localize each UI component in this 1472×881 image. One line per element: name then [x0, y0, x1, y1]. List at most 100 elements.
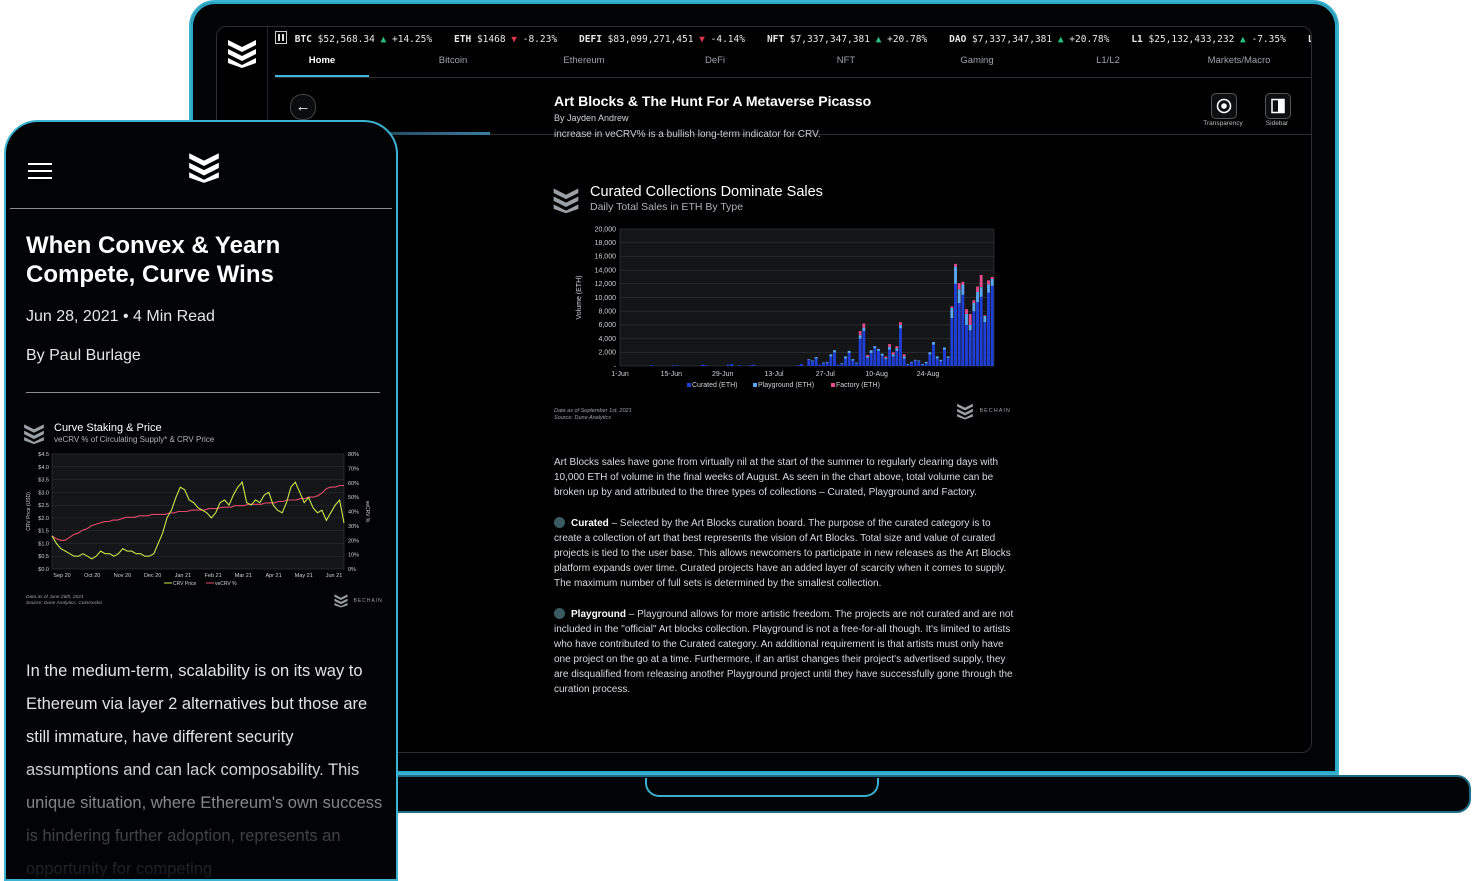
- x-tick-label: Jan 21: [175, 573, 192, 579]
- x-tick-label: Jun 21: [326, 573, 343, 579]
- brand-text: BECHAIN: [979, 408, 1011, 414]
- arrow-left-icon: ←: [295, 98, 311, 115]
- bar-curated: [987, 292, 990, 366]
- triangle-up-icon: ▲: [380, 34, 387, 45]
- bar-curated: [906, 364, 910, 366]
- triangle-down-icon: ▼: [699, 34, 705, 45]
- bar-playground: [884, 357, 888, 360]
- bar-factory: [891, 352, 895, 355]
- tab-ethereum[interactable]: Ethereum: [537, 55, 631, 66]
- bar-factory: [976, 286, 979, 293]
- y-tick-label: 10,000: [595, 295, 617, 302]
- transparency-icon: [1216, 98, 1232, 114]
- bar-curated: [972, 311, 976, 366]
- ticker-item[interactable]: L1 $25,: [1308, 34, 1311, 45]
- playground-text: – Playground allows for more artistic fr…: [554, 609, 1014, 695]
- x-tick-label: 1-Jun: [611, 371, 629, 378]
- bar-factory: [990, 276, 994, 280]
- y-tick-label: 18,000: [595, 240, 617, 247]
- chart-subtitle: Daily Total Sales in ETH By Type: [590, 201, 744, 213]
- tab-defi[interactable]: DeFi: [668, 55, 762, 66]
- tab-bitcoin[interactable]: Bitcoin: [406, 55, 500, 66]
- bar-curated: [675, 365, 679, 366]
- legend-item: CRV Price: [164, 581, 196, 587]
- ticker-item[interactable]: BTC $52,568.34 ▲ +14.25%: [295, 34, 432, 45]
- x-tick-label: Feb 21: [205, 573, 222, 579]
- ticker-item[interactable]: DAO $7,337,347,381 ▲ +20.78%: [949, 34, 1109, 45]
- hamburger-menu-icon[interactable]: [10, 158, 70, 188]
- bar-curated: [752, 364, 756, 366]
- x-tick-label: Oct 20: [84, 573, 100, 579]
- bar-playground: [825, 361, 829, 363]
- back-button[interactable]: ←: [290, 94, 316, 120]
- phone-article-title: When Convex & Yearn Compete, Curve Wins: [26, 232, 281, 288]
- y-tick-label: $2.0: [38, 516, 49, 522]
- bar-curated: [829, 356, 833, 366]
- x-tick-label: 27-Jul: [816, 371, 836, 378]
- ticker-item[interactable]: DEFI $83,099,271,451 ▼ -4.14%: [579, 34, 745, 45]
- bar-playground: [855, 362, 858, 364]
- y2-tick-label: 40%: [348, 510, 359, 516]
- tab-nft[interactable]: NFT: [799, 55, 893, 66]
- bar-playground: [924, 361, 928, 364]
- bar-curated: [924, 363, 928, 366]
- playground-label: Playground: [571, 609, 627, 620]
- bar-factory: [862, 323, 866, 328]
- bar-playground: [833, 350, 836, 353]
- bar-curated: [814, 358, 818, 366]
- bar-factory: [895, 346, 899, 349]
- bar-playground: [932, 342, 935, 345]
- bar-curated: [928, 354, 932, 366]
- ticker-item[interactable]: NFT $7,337,347,381 ▲ +20.78%: [767, 34, 927, 45]
- y2-tick-label: 30%: [348, 524, 359, 530]
- legend-item: veCRV %: [206, 581, 237, 587]
- bechain-watermark: BECHAIN: [955, 402, 1011, 420]
- article-author: By Jayden Andrew: [554, 113, 629, 123]
- bechain-logo-icon[interactable]: [225, 37, 259, 69]
- bar-playground: [873, 346, 877, 349]
- pause-icon[interactable]: [275, 31, 287, 44]
- x-tick-label: 10-Aug: [865, 371, 888, 378]
- bechain-logo-icon: [334, 594, 348, 608]
- bar-curated: [855, 363, 858, 366]
- phone-frame: When Convex & Yearn Compete, Curve Wins …: [4, 120, 398, 881]
- tab-markets-macro[interactable]: Markets/Macro: [1192, 55, 1286, 66]
- ticker-item[interactable]: ETH $1468 ▼ -8.23%: [454, 34, 557, 45]
- bar-playground: [976, 292, 979, 303]
- phone-article-date: Jun 28, 2021 • 4 Min Read: [26, 308, 215, 325]
- transparency-button[interactable]: [1211, 93, 1237, 119]
- bar-curated: [807, 359, 811, 366]
- ticker-item[interactable]: L1 $25,132,433,232 ▲ -7.35%: [1131, 34, 1285, 45]
- bar-curated: [965, 324, 968, 366]
- legend-label: Factory (ETH): [836, 382, 880, 389]
- bar-curated: [899, 328, 902, 366]
- category-nav: Home Bitcoin Ethereum DeFi NFT Gaming L1/L2 Mar…: [275, 55, 1311, 78]
- bar-playground: [844, 356, 847, 359]
- y-tick-label: 16,000: [595, 254, 617, 261]
- bar-curated: [902, 358, 906, 366]
- sidebar-button[interactable]: [1265, 93, 1291, 119]
- legend-swatch: [831, 383, 835, 387]
- legend-item: Curated (ETH): [687, 382, 738, 389]
- bar-playground: [917, 360, 921, 362]
- y2-tick-label: 0%: [348, 567, 356, 573]
- crv-chart: $4.5 $4.0 $3.5 $3.0 $2.5 $2.0 $1.5 $1.0 $0.5 $0.0…: [26, 452, 370, 587]
- x-tick-label: 15-Jun: [661, 371, 683, 378]
- tab-home[interactable]: Home: [275, 55, 369, 66]
- bechain-logo-icon: [24, 424, 44, 445]
- bar-curated: [950, 318, 954, 366]
- bechain-logo-icon[interactable]: [186, 150, 222, 184]
- bar-playground: [814, 357, 818, 359]
- bar-playground: [972, 302, 976, 312]
- tab-l1-l2[interactable]: L1/L2: [1061, 55, 1155, 66]
- y2-tick-label: 50%: [348, 495, 359, 501]
- y-tick-label: 8,000: [598, 309, 616, 316]
- bar-curated: [976, 302, 979, 366]
- bar-factory: [954, 263, 957, 267]
- legend-label: CRV Price: [173, 581, 196, 587]
- legend-swatch: [687, 383, 691, 387]
- y-tick-label: 4,000: [598, 336, 616, 343]
- tab-gaming[interactable]: Gaming: [930, 55, 1024, 66]
- y-tick-label: $2.5: [38, 503, 49, 509]
- x-tick-label: Nov 20: [114, 573, 131, 579]
